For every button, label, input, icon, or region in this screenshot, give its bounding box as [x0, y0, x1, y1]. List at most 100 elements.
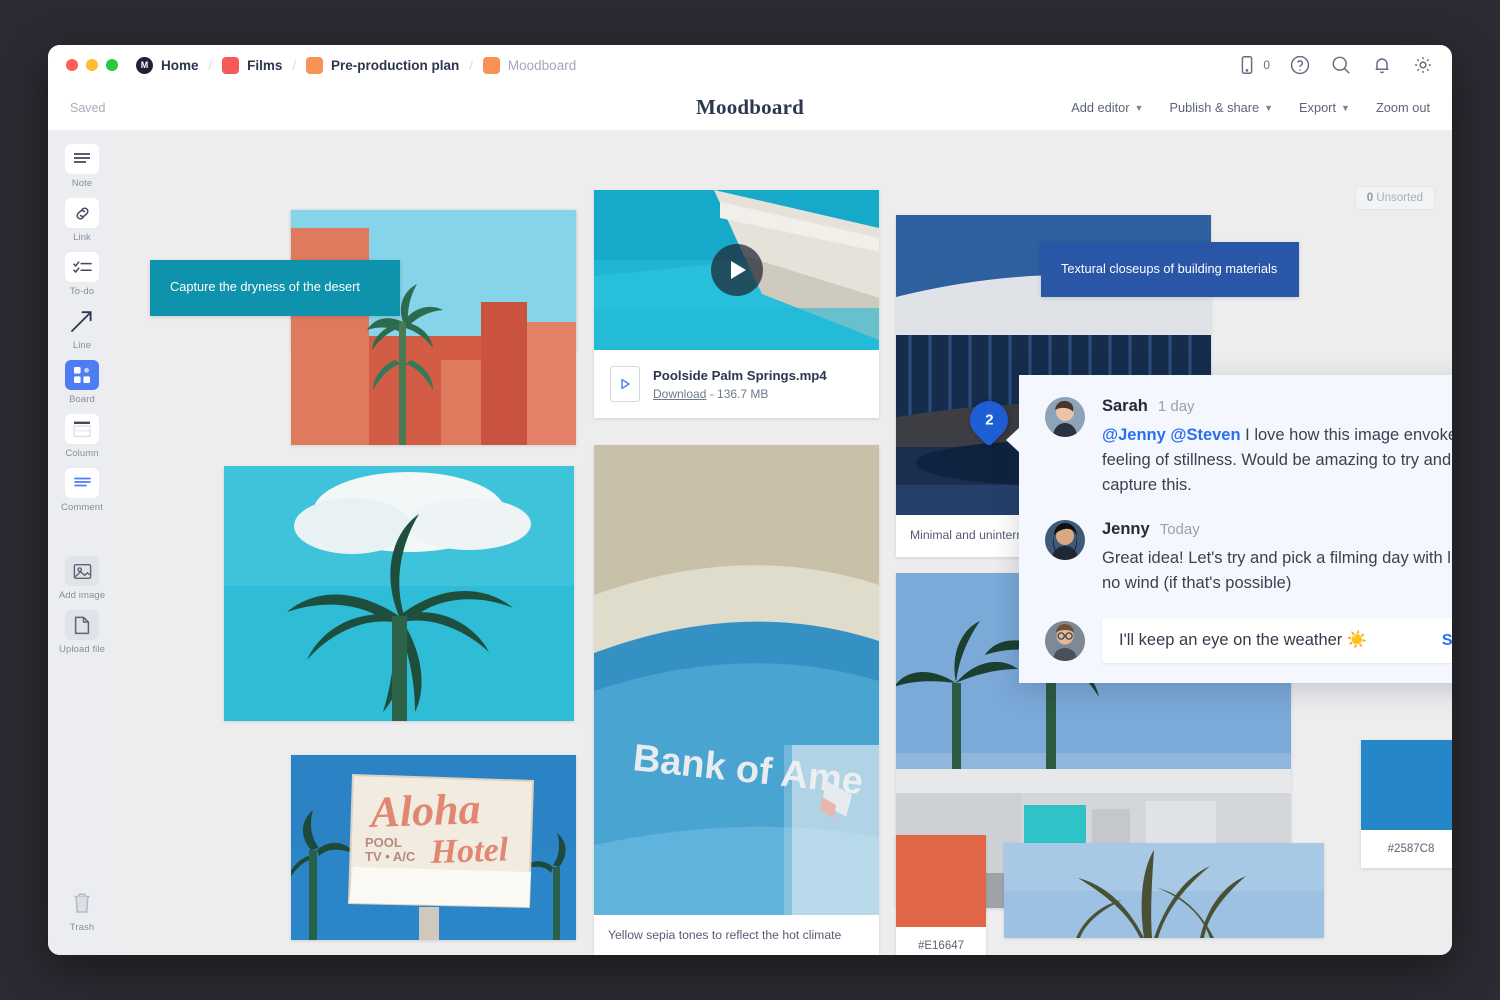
sidebar-item-comment[interactable]: Comment: [53, 468, 111, 513]
chevron-down-icon: ▼: [1135, 103, 1144, 113]
maximize-window-button[interactable]: [106, 59, 118, 71]
sidebar-item-link[interactable]: Link: [53, 198, 111, 243]
chevron-down-icon: ▼: [1264, 103, 1273, 113]
document-actions: Add editor ▼ Publish & share ▼ Export ▼ …: [1071, 100, 1430, 115]
file-icon: [65, 610, 99, 640]
breadcrumb-label-films: Films: [247, 58, 282, 73]
swatch-hex-blue: #2587C8: [1361, 830, 1452, 868]
comment-pin-count: 2: [985, 412, 993, 429]
titlebar-actions: 0: [1236, 54, 1434, 76]
gear-icon[interactable]: [1412, 54, 1434, 76]
bank-building-card[interactable]: Bank of Ame Yellow sepia tones to reflec…: [594, 445, 879, 955]
send-button[interactable]: Send: [1442, 632, 1452, 650]
comment-mentions-sarah[interactable]: @Jenny @Steven: [1102, 426, 1241, 444]
photo-pink-building-full[interactable]: [291, 210, 576, 445]
sidebar-item-note[interactable]: Note: [53, 144, 111, 189]
sidebar-label-board: Board: [69, 394, 95, 405]
export-button[interactable]: Export ▼: [1299, 100, 1350, 115]
zoom-out-label: Zoom out: [1376, 100, 1430, 115]
moodboard-canvas[interactable]: 0 Unsorted: [116, 130, 1452, 955]
download-link[interactable]: Download: [653, 387, 706, 401]
video-card[interactable]: Poolside Palm Springs.mp4 Download - 136…: [594, 190, 879, 418]
photo-palm-fronds-wide[interactable]: [1004, 843, 1324, 938]
board-grid-icon: [65, 360, 99, 390]
breadcrumb-label-home: Home: [161, 58, 199, 73]
video-file-icon: [610, 366, 640, 402]
title-bar: M Home / Films / Pre-production plan / M…: [48, 45, 1452, 85]
photo-palm-sky[interactable]: [224, 466, 574, 721]
help-icon[interactable]: [1289, 54, 1311, 76]
breadcrumb-item-films[interactable]: Films: [222, 57, 282, 74]
sidebar-item-column[interactable]: Column: [53, 414, 111, 459]
unsorted-count: 0: [1367, 192, 1373, 204]
comment-input-value: I'll keep an eye on the weather ☀️: [1119, 631, 1428, 650]
color-swatch-blue[interactable]: #2587C8: [1361, 740, 1452, 868]
sidebar-item-trash[interactable]: Trash: [53, 888, 111, 933]
play-icon: [731, 261, 746, 279]
add-editor-label: Add editor: [1071, 100, 1129, 115]
video-file-row: Poolside Palm Springs.mp4 Download - 136…: [594, 350, 879, 418]
note-text-desert: Capture the dryness of the desert: [170, 279, 360, 294]
column-icon: [65, 414, 99, 444]
phone-preview-button[interactable]: 0: [1236, 54, 1270, 76]
comment-panel[interactable]: Sarah 1 day @Jenny @Steven I love how th…: [1019, 375, 1452, 683]
meta-separator: -: [706, 387, 717, 401]
svg-text:POOL: POOL: [365, 835, 402, 850]
comment-text-sarah: @Jenny @Steven I love how this image env…: [1102, 423, 1452, 498]
zoom-out-button[interactable]: Zoom out: [1376, 100, 1430, 115]
sidebar-item-todo[interactable]: To-do: [53, 252, 111, 297]
sidebar-item-board[interactable]: Board: [53, 360, 111, 405]
note-icon: [65, 144, 99, 174]
bell-icon[interactable]: [1371, 54, 1393, 76]
breadcrumb-item-moodboard[interactable]: Moodboard: [483, 57, 576, 74]
chevron-down-icon: ▼: [1341, 103, 1350, 113]
minimize-window-button[interactable]: [86, 59, 98, 71]
note-label-textures[interactable]: Textural closeups of building materials: [1041, 242, 1299, 297]
photo-bank-building[interactable]: Bank of Ame: [594, 445, 879, 915]
breadcrumb-item-home[interactable]: M Home: [136, 57, 199, 74]
comment-author-jenny: Jenny: [1102, 520, 1150, 539]
export-label: Export: [1299, 100, 1336, 115]
breadcrumb-separator: /: [469, 58, 473, 73]
breadcrumb: M Home / Films / Pre-production plan / M…: [136, 57, 576, 74]
avatar-current-user: [1045, 621, 1085, 661]
sidebar-label-column: Column: [65, 448, 98, 459]
unsorted-badge[interactable]: 0 Unsorted: [1355, 186, 1435, 210]
tool-sidebar: Note Link To-do: [48, 130, 116, 955]
swatch-color-orange: [896, 835, 986, 927]
comment-author-sarah: Sarah: [1102, 397, 1148, 416]
photo-aloha-hotel-sign[interactable]: Aloha Hotel POOL TV • A/C: [291, 755, 576, 940]
swatch-color-blue: [1361, 740, 1452, 830]
unsorted-label: Unsorted: [1376, 192, 1423, 204]
add-editor-button[interactable]: Add editor ▼: [1071, 100, 1143, 115]
comment-icon: [65, 468, 99, 498]
play-button[interactable]: [711, 244, 763, 296]
breadcrumb-separator: /: [292, 58, 296, 73]
video-file-size: 136.7 MB: [717, 387, 768, 401]
sidebar-item-upload-file[interactable]: Upload file: [53, 610, 111, 655]
sidebar-item-line[interactable]: Line: [53, 306, 111, 351]
window-controls[interactable]: [66, 59, 118, 71]
app-logo-icon: M: [136, 57, 153, 74]
comment-input[interactable]: I'll keep an eye on the weather ☀️ Send: [1102, 618, 1452, 663]
breadcrumb-label-preproduction: Pre-production plan: [331, 58, 459, 73]
svg-text:Hotel: Hotel: [429, 831, 509, 871]
preproduction-color-chip-icon: [306, 57, 323, 74]
video-file-meta: Download - 136.7 MB: [653, 387, 827, 401]
app-window: M Home / Films / Pre-production plan / M…: [48, 45, 1452, 955]
color-swatch-orange[interactable]: #E16647: [896, 835, 986, 955]
sidebar-item-add-image[interactable]: Add image: [53, 556, 111, 601]
video-thumbnail[interactable]: [594, 190, 879, 350]
phone-count: 0: [1263, 58, 1270, 72]
comment-composer-row: I'll keep an eye on the weather ☀️ Send: [1045, 618, 1452, 663]
sidebar-label-trash: Trash: [70, 922, 94, 933]
publish-share-button[interactable]: Publish & share ▼: [1169, 100, 1273, 115]
comment-time-sarah: 1 day: [1158, 398, 1195, 415]
search-icon[interactable]: [1330, 54, 1352, 76]
sidebar-label-comment: Comment: [61, 502, 103, 513]
caption-sepia-tones: Yellow sepia tones to reflect the hot cl…: [594, 915, 879, 955]
sidebar-label-todo: To-do: [70, 286, 94, 297]
note-label-desert[interactable]: Capture the dryness of the desert: [150, 260, 400, 316]
breadcrumb-item-preproduction[interactable]: Pre-production plan: [306, 57, 459, 74]
close-window-button[interactable]: [66, 59, 78, 71]
